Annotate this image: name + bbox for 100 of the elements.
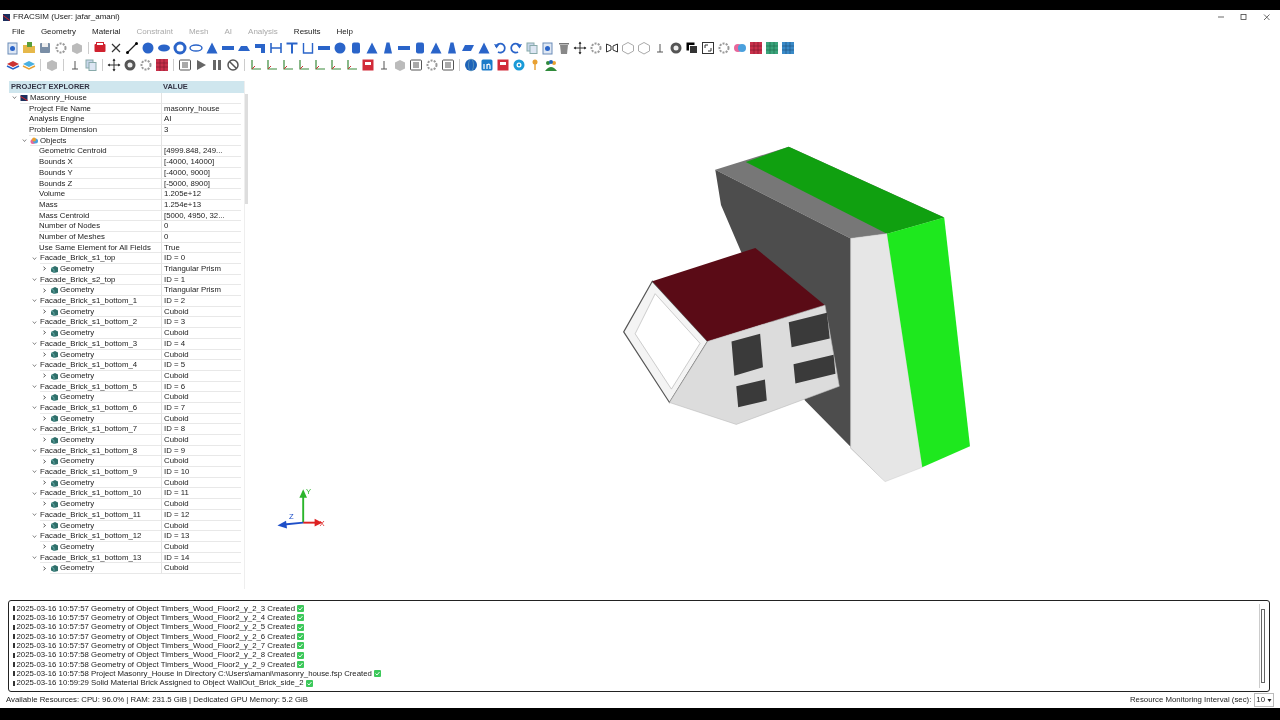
caret-icon[interactable] xyxy=(42,544,48,551)
caret-icon[interactable] xyxy=(32,512,38,519)
triangle-icon[interactable] xyxy=(365,40,379,55)
caret-icon[interactable] xyxy=(42,522,48,529)
t-beam-icon[interactable] xyxy=(285,40,299,55)
caret-icon[interactable] xyxy=(42,501,48,508)
menu-item[interactable]: File xyxy=(4,25,33,38)
caret-icon[interactable] xyxy=(12,95,18,102)
log-marker-icon xyxy=(13,652,15,658)
triangle-icon[interactable] xyxy=(205,40,219,55)
caret-icon[interactable] xyxy=(42,351,48,358)
cube-icon xyxy=(50,264,58,273)
caret-icon[interactable] xyxy=(42,266,48,273)
move-icon[interactable] xyxy=(573,40,587,55)
cube-icon xyxy=(50,393,58,402)
people-icon[interactable] xyxy=(544,57,558,72)
target-icon[interactable] xyxy=(512,57,526,72)
grid-icon[interactable] xyxy=(765,40,779,55)
caret-icon[interactable] xyxy=(42,480,48,487)
caret-icon[interactable] xyxy=(32,469,38,476)
caret-icon[interactable] xyxy=(32,554,38,561)
caret-icon[interactable] xyxy=(42,394,48,401)
caret-icon[interactable] xyxy=(42,330,48,337)
cube-icon xyxy=(50,478,58,487)
menu-item[interactable]: Material xyxy=(84,25,129,38)
mirror-icon[interactable] xyxy=(605,40,619,55)
cube-icon xyxy=(50,328,58,337)
undo-icon[interactable] xyxy=(493,40,507,55)
cube-icon xyxy=(50,457,58,466)
menu-item[interactable]: Results xyxy=(285,25,329,38)
caret-icon[interactable] xyxy=(42,309,48,316)
circle-icon[interactable] xyxy=(141,40,155,55)
play-icon[interactable] xyxy=(194,57,208,72)
caret-icon[interactable] xyxy=(32,255,38,262)
triangle-icon[interactable] xyxy=(429,40,443,55)
document-icon[interactable] xyxy=(6,40,20,55)
caret-icon[interactable] xyxy=(32,448,38,455)
window-icon[interactable] xyxy=(496,57,510,72)
printer-icon[interactable] xyxy=(93,40,107,55)
caret-icon[interactable] xyxy=(32,405,38,412)
grid-icon[interactable] xyxy=(749,40,763,55)
menu-item[interactable]: Geometry xyxy=(32,25,84,38)
cube-icon[interactable] xyxy=(637,40,651,55)
grid-icon[interactable] xyxy=(155,57,169,72)
save-icon[interactable] xyxy=(38,40,52,55)
window-icon[interactable] xyxy=(361,57,375,72)
cube-icon xyxy=(50,371,58,380)
cone-icon[interactable] xyxy=(381,40,395,55)
fit-view-icon[interactable] xyxy=(701,40,715,55)
dial-icon[interactable] xyxy=(669,40,683,55)
house-model-drawing[interactable] xyxy=(623,146,970,482)
folder-icon[interactable] xyxy=(22,40,36,55)
globe-icon[interactable] xyxy=(464,57,478,72)
trash-icon[interactable] xyxy=(557,40,571,55)
dial-icon[interactable] xyxy=(123,57,137,72)
cylinder-icon[interactable] xyxy=(349,40,363,55)
caret-icon[interactable] xyxy=(42,415,48,422)
copy-icon[interactable] xyxy=(525,40,539,55)
list-icon[interactable] xyxy=(409,57,423,72)
pause-icon[interactable] xyxy=(210,57,224,72)
caret-icon[interactable] xyxy=(32,298,38,305)
caret-icon[interactable] xyxy=(42,458,48,465)
axis-triad-icon xyxy=(277,489,323,529)
cube-icon xyxy=(50,286,58,295)
caret-icon[interactable] xyxy=(32,362,38,369)
menu-item[interactable]: Help xyxy=(328,25,361,38)
caret-icon[interactable] xyxy=(22,138,28,145)
caret-icon[interactable] xyxy=(32,383,38,390)
caret-icon[interactable] xyxy=(42,437,48,444)
overlap-squares-icon[interactable] xyxy=(685,40,699,55)
list-icon[interactable] xyxy=(178,57,192,72)
caret-icon[interactable] xyxy=(32,426,38,433)
list-icon[interactable] xyxy=(441,57,455,72)
scrollbar[interactable] xyxy=(245,94,248,204)
copy-icon[interactable] xyxy=(84,57,98,72)
stop-icon[interactable] xyxy=(226,57,240,72)
line-icon[interactable] xyxy=(125,40,139,55)
cone-icon[interactable] xyxy=(445,40,459,55)
move-icon[interactable] xyxy=(107,57,121,72)
caret-icon[interactable] xyxy=(32,490,38,497)
channel-icon[interactable] xyxy=(301,40,315,55)
caret-icon[interactable] xyxy=(42,565,48,572)
circle-icon[interactable] xyxy=(333,40,347,55)
ring-icon[interactable] xyxy=(173,40,187,55)
document-icon[interactable] xyxy=(541,40,555,55)
caret-icon[interactable] xyxy=(42,373,48,380)
caret-icon[interactable] xyxy=(42,287,48,294)
grid-icon[interactable] xyxy=(781,40,795,55)
h-beam-icon[interactable] xyxy=(269,40,283,55)
log-marker-icon xyxy=(13,634,15,640)
scrollbar-thumb[interactable] xyxy=(1260,609,1265,683)
cylinder-icon[interactable] xyxy=(413,40,427,55)
caret-icon[interactable] xyxy=(32,341,38,348)
caret-icon[interactable] xyxy=(32,319,38,326)
caret-icon[interactable] xyxy=(32,277,38,284)
triangle-icon[interactable] xyxy=(477,40,491,55)
caret-icon[interactable] xyxy=(32,533,38,540)
social-icon[interactable] xyxy=(480,57,494,72)
dropdown-arrow-icon[interactable] xyxy=(1267,697,1272,703)
redo-icon[interactable] xyxy=(509,40,523,55)
